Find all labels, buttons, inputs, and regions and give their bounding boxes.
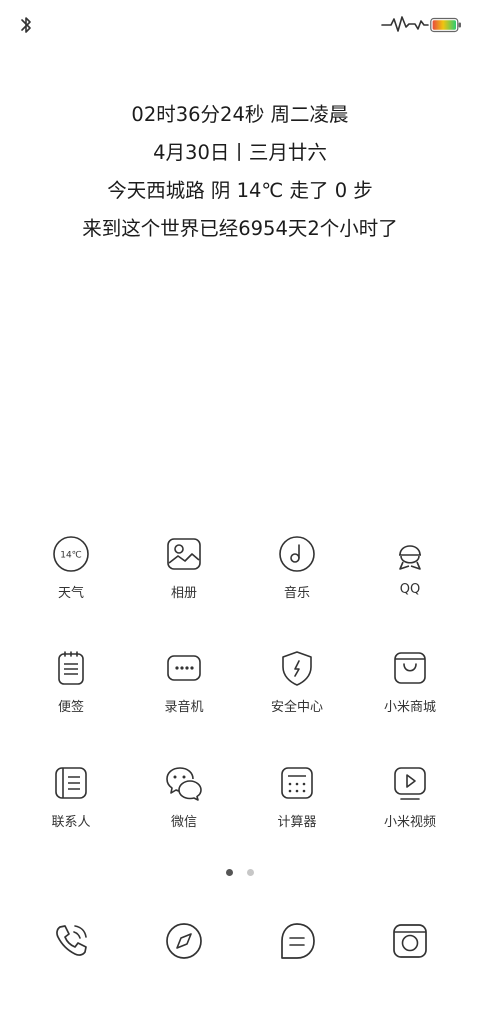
dock-phone[interactable] (48, 918, 94, 964)
app-label-recorder: 录音机 (164, 700, 204, 715)
mi-store-icon (394, 652, 426, 684)
contacts-icon (55, 767, 87, 799)
app-recorder[interactable]: 录音机 (127, 641, 241, 731)
app-label-music: 音乐 (283, 586, 310, 601)
app-label-security: 安全中心 (270, 700, 323, 715)
app-music[interactable]: 音乐 (240, 527, 354, 617)
dock (0, 918, 480, 964)
dock-messages[interactable] (274, 918, 320, 964)
weather-line: 今天西城路 阴 14℃ 走了 0 步 (107, 179, 373, 202)
info-widget: 02时36分24秒 周二凌晨 4月30日丨三月廿六 今天西城路 阴 14℃ 走了… (0, 96, 480, 248)
phone-icon (56, 925, 87, 956)
qq-icon (399, 545, 421, 570)
status-bar (0, 0, 480, 50)
weather-icon: 14℃ (53, 536, 89, 572)
notes-icon (58, 651, 84, 685)
app-label-wechat: 微信 (170, 815, 197, 830)
gallery-icon (167, 538, 201, 570)
dock-browser[interactable] (161, 918, 207, 964)
battery-icon (430, 17, 461, 33)
page-dot-1[interactable] (226, 869, 233, 876)
app-qq[interactable]: QQ (353, 527, 467, 617)
app-calculator[interactable]: 计算器 (240, 756, 354, 846)
app-label-weather: 天气 (57, 586, 84, 601)
calculator-icon (281, 767, 313, 799)
life-line: 来到这个世界已经6954天2个小时了 (82, 217, 398, 240)
app-mi-video[interactable]: 小米视频 (353, 756, 467, 846)
app-notes[interactable]: 便签 (14, 641, 128, 731)
app-wechat[interactable]: 微信 (127, 756, 241, 846)
app-label-calculator: 计算器 (277, 815, 317, 830)
wechat-icon (166, 767, 202, 801)
app-security[interactable]: 安全中心 (240, 641, 354, 731)
app-label-qq: QQ (399, 582, 421, 597)
app-label-mi-store: 小米商城 (383, 700, 436, 715)
page-indicator (0, 869, 480, 876)
weather-icon-text: 14℃ (60, 551, 82, 561)
page-dot-2[interactable] (247, 869, 254, 876)
browser-icon (166, 923, 202, 959)
camera-icon (393, 924, 427, 958)
app-contacts[interactable]: 联系人 (14, 756, 128, 846)
app-weather[interactable]: 14℃ 天气 (14, 527, 128, 617)
heart-rate-icon (381, 16, 429, 32)
app-label-gallery: 相册 (170, 586, 197, 601)
app-label-contacts: 联系人 (51, 815, 91, 830)
app-label-notes: 便签 (57, 700, 84, 715)
recorder-icon (167, 655, 201, 681)
app-mi-store[interactable]: 小米商城 (353, 641, 467, 731)
app-label-mi-video: 小米视频 (383, 815, 436, 830)
time-line: 02时36分24秒 周二凌晨 (131, 103, 349, 126)
dock-camera[interactable] (387, 918, 433, 964)
security-icon (282, 651, 312, 686)
mi-video-icon (394, 767, 426, 800)
date-line: 4月30日丨三月廿六 (153, 141, 327, 164)
messages-icon (281, 923, 315, 959)
bluetooth-icon (21, 17, 31, 33)
app-gallery[interactable]: 相册 (127, 527, 241, 617)
music-icon (279, 536, 315, 572)
